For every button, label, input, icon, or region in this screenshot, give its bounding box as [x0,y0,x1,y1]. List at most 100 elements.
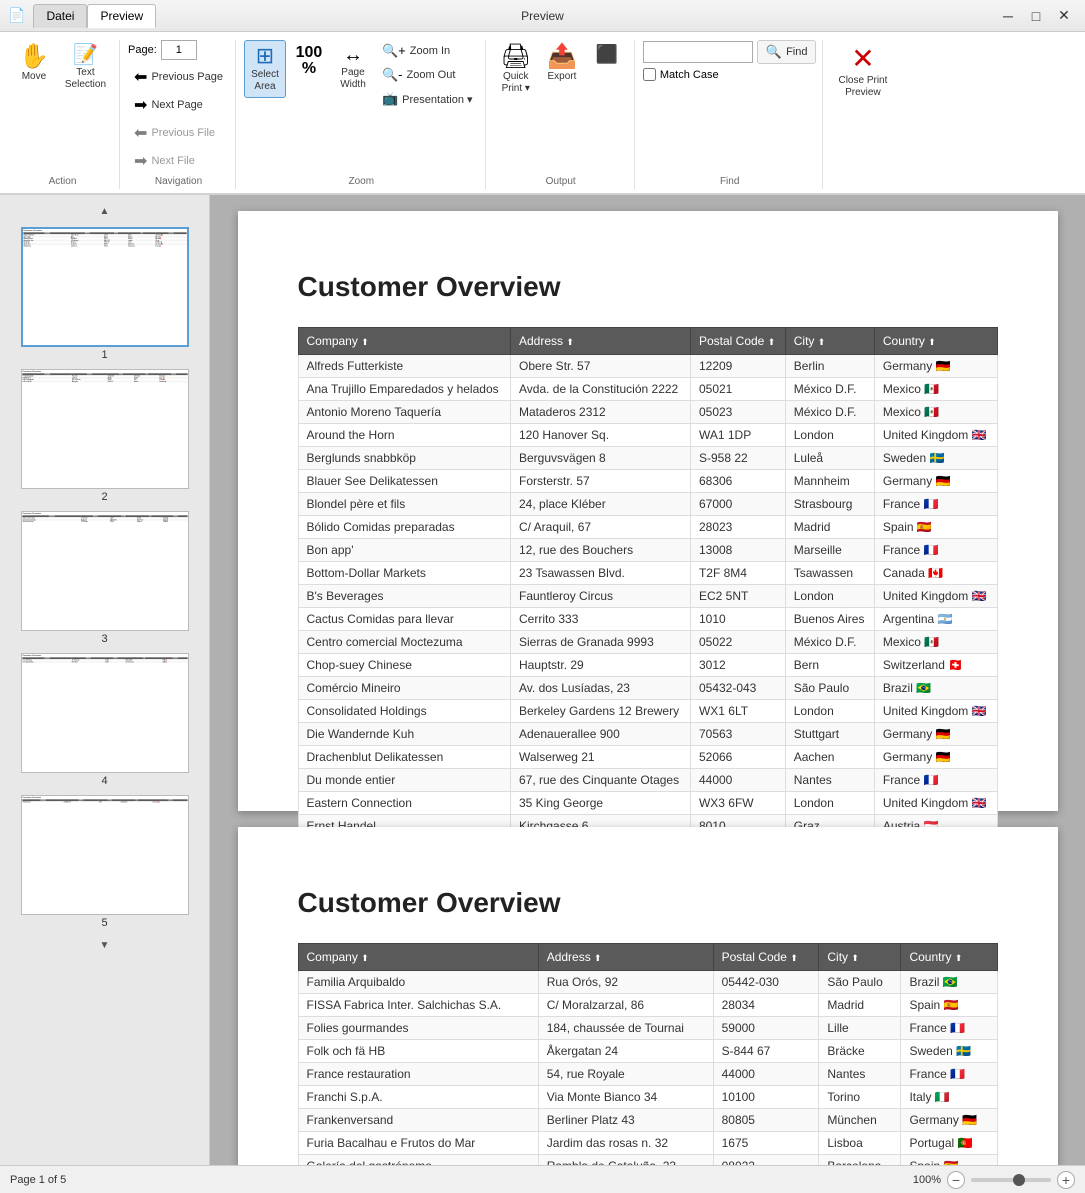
page-width-icon: ↔ [343,45,363,65]
cell-company: Drachenblut Delikatessen [298,746,511,769]
move-button[interactable]: ✋ Move [12,40,56,88]
page-width-label: PageWidth [340,67,366,91]
100pct-button[interactable]: 100% [288,40,330,84]
cell-company: Consolidated Holdings [298,700,511,723]
cell-company: Folies gourmandes [298,1017,538,1040]
cell-city: Buenos Aires [785,608,874,631]
thumbnail-item-3[interactable]: Customer Overview CompanyAddressPostalCi… [21,511,189,645]
thumbnail-label-3: 3 [101,633,107,645]
page-width-button[interactable]: ↔ PageWidth [332,40,374,96]
match-case-checkbox[interactable] [643,68,656,81]
thumbnail-page-1[interactable]: Customer Overview CompanyAddressPostalCi… [21,227,189,347]
cell-postal: WX1 6LT [690,700,785,723]
tab-datei[interactable]: Datei [33,4,87,28]
cell-address: Fauntleroy Circus [511,585,691,608]
cell-company: Antonio Moreno Taquería [298,401,511,424]
find-label: Find [786,46,807,58]
table-row: Bon app' 12, rue des Bouchers 13008 Mars… [298,539,997,562]
tab-preview[interactable]: Preview [87,4,156,28]
thumbnail-item-1[interactable]: Customer Overview CompanyAddressPostalCi… [21,227,189,361]
thumbnail-page-4[interactable]: Customer Overview CompanyAddressPostalCi… [21,653,189,773]
minimize-button[interactable]: ─ [995,4,1021,28]
export-button[interactable]: 📤 Export [540,40,584,88]
cell-company: Ana Trujillo Emparedados y helados [298,378,511,401]
next-page-icon: ➡ [134,95,147,115]
cell-postal: T2F 8M4 [690,562,785,585]
sidebar-scroll-down[interactable]: ▼ [97,937,113,953]
page-1-title: Customer Overview [298,271,998,303]
flag-icon: 🇪🇸 [944,998,959,1012]
zoom-in-button[interactable]: 🔍+ Zoom In [376,40,479,62]
cell-company: Die Wandernde Kuh [298,723,511,746]
preview-area[interactable]: Customer Overview Company ⬆ Address ⬆ Po… [210,195,1085,1165]
flag-icon: 🇨🇦 [928,566,943,580]
flag-icon: 🇲🇽 [924,635,939,649]
find-input[interactable] [643,41,753,63]
cell-city: London [785,585,874,608]
thumbnail-page-3[interactable]: Customer Overview CompanyAddressPostalCi… [21,511,189,631]
find-button[interactable]: 🔍 Find [757,40,817,64]
table-row: Comércio Mineiro Av. dos Lusíadas, 23 05… [298,677,997,700]
zoom-in-label: Zoom In [410,45,450,57]
cell-address: C/ Araquil, 67 [511,516,691,539]
next-file-button[interactable]: ➡ Next File [128,148,229,174]
cell-postal: 05442-030 [713,971,819,994]
thumbnail-page-2[interactable]: Customer Overview CompanyAddressPostalCi… [21,369,189,489]
zoom-slider-thumb[interactable] [1013,1174,1025,1186]
thumbnail-item-2[interactable]: Customer Overview CompanyAddressPostalCi… [21,369,189,503]
table-row: Folk och fä HB Åkergatan 24 S-844 67 Brä… [298,1040,997,1063]
cell-postal: 44000 [713,1063,819,1086]
flag-icon: 🇫🇷 [950,1067,965,1081]
previous-page-button[interactable]: ⬅ Previous Page [128,64,229,90]
maximize-button[interactable]: □ [1023,4,1049,28]
thumbnail-item-5[interactable]: Customer Overview CompanyAddressPostalCi… [21,795,189,929]
zoom-out-status-button[interactable]: − [947,1171,965,1189]
table-row: Blondel père et fils 24, place Kléber 67… [298,493,997,516]
cell-company: Berglunds snabbköp [298,447,511,470]
app-icon: 📄 [8,7,25,24]
quick-print-button[interactable]: 🖨 QuickPrint ▾ [494,40,538,100]
cell-address: Rambla de Cataluña, 23 [538,1155,713,1166]
zoom-in-icon: 🔍+ [382,43,406,59]
close-print-preview-button[interactable]: ✕ Close PrintPreview [831,40,894,104]
table-row: Eastern Connection 35 King George WX3 6F… [298,792,997,815]
cell-city: México D.F. [785,378,874,401]
flag-icon: 🇧🇷 [916,681,931,695]
flag-icon: 🇫🇷 [924,543,939,557]
table-row: France restauration 54, rue Royale 44000… [298,1063,997,1086]
output-extra-icon: ⬛ [596,45,618,63]
ribbon-group-navigation: Page: ⬅ Previous Page ➡ Next Page ⬅ Prev… [122,40,236,189]
next-file-label: Next File [151,155,194,167]
title-bar-tabs: Datei Preview [33,4,156,28]
thumbnail-item-4[interactable]: Customer Overview CompanyAddressPostalCi… [21,653,189,787]
close-window-button[interactable]: ✕ [1051,4,1077,28]
next-page-button[interactable]: ➡ Next Page [128,92,229,118]
select-area-button[interactable]: ⊞ SelectArea [244,40,286,98]
zoom-in-status-button[interactable]: + [1057,1171,1075,1189]
cell-postal: 08022 [713,1155,819,1166]
thumbnail-page-5[interactable]: Customer Overview CompanyAddressPostalCi… [21,795,189,915]
cell-city: Lille [819,1017,901,1040]
previous-file-button[interactable]: ⬅ Previous File [128,120,229,146]
cell-address: 12, rue des Bouchers [511,539,691,562]
zoom-group-label: Zoom [244,176,479,187]
page-input[interactable] [161,40,197,60]
cell-city: Barcelona [819,1155,901,1166]
output-extra-button[interactable]: ⬛ [586,40,628,70]
zoom-percent: 100% [913,1174,941,1186]
presentation-button[interactable]: 📺 Presentation ▾ [376,88,479,110]
col2-country: Country ⬆ [901,944,997,971]
page-2: Customer Overview Company ⬆ Address ⬆ Po… [238,827,1058,1165]
cell-company: Franchi S.p.A. [298,1086,538,1109]
cell-address: Av. dos Lusíadas, 23 [511,677,691,700]
zoom-out-button[interactable]: 🔍- Zoom Out [376,64,479,86]
cell-company: Bon app' [298,539,511,562]
cell-city: Berlin [785,355,874,378]
flag-icon: 🇬🇧 [972,704,987,718]
text-selection-button[interactable]: 📝 TextSelection [58,40,113,96]
thumbnail-sidebar[interactable]: ▲ Customer Overview CompanyAddressPostal… [0,195,210,1165]
zoom-slider[interactable] [971,1178,1051,1182]
cell-city: Mannheim [785,470,874,493]
cell-postal: 68306 [690,470,785,493]
sidebar-scroll-up[interactable]: ▲ [97,203,113,219]
